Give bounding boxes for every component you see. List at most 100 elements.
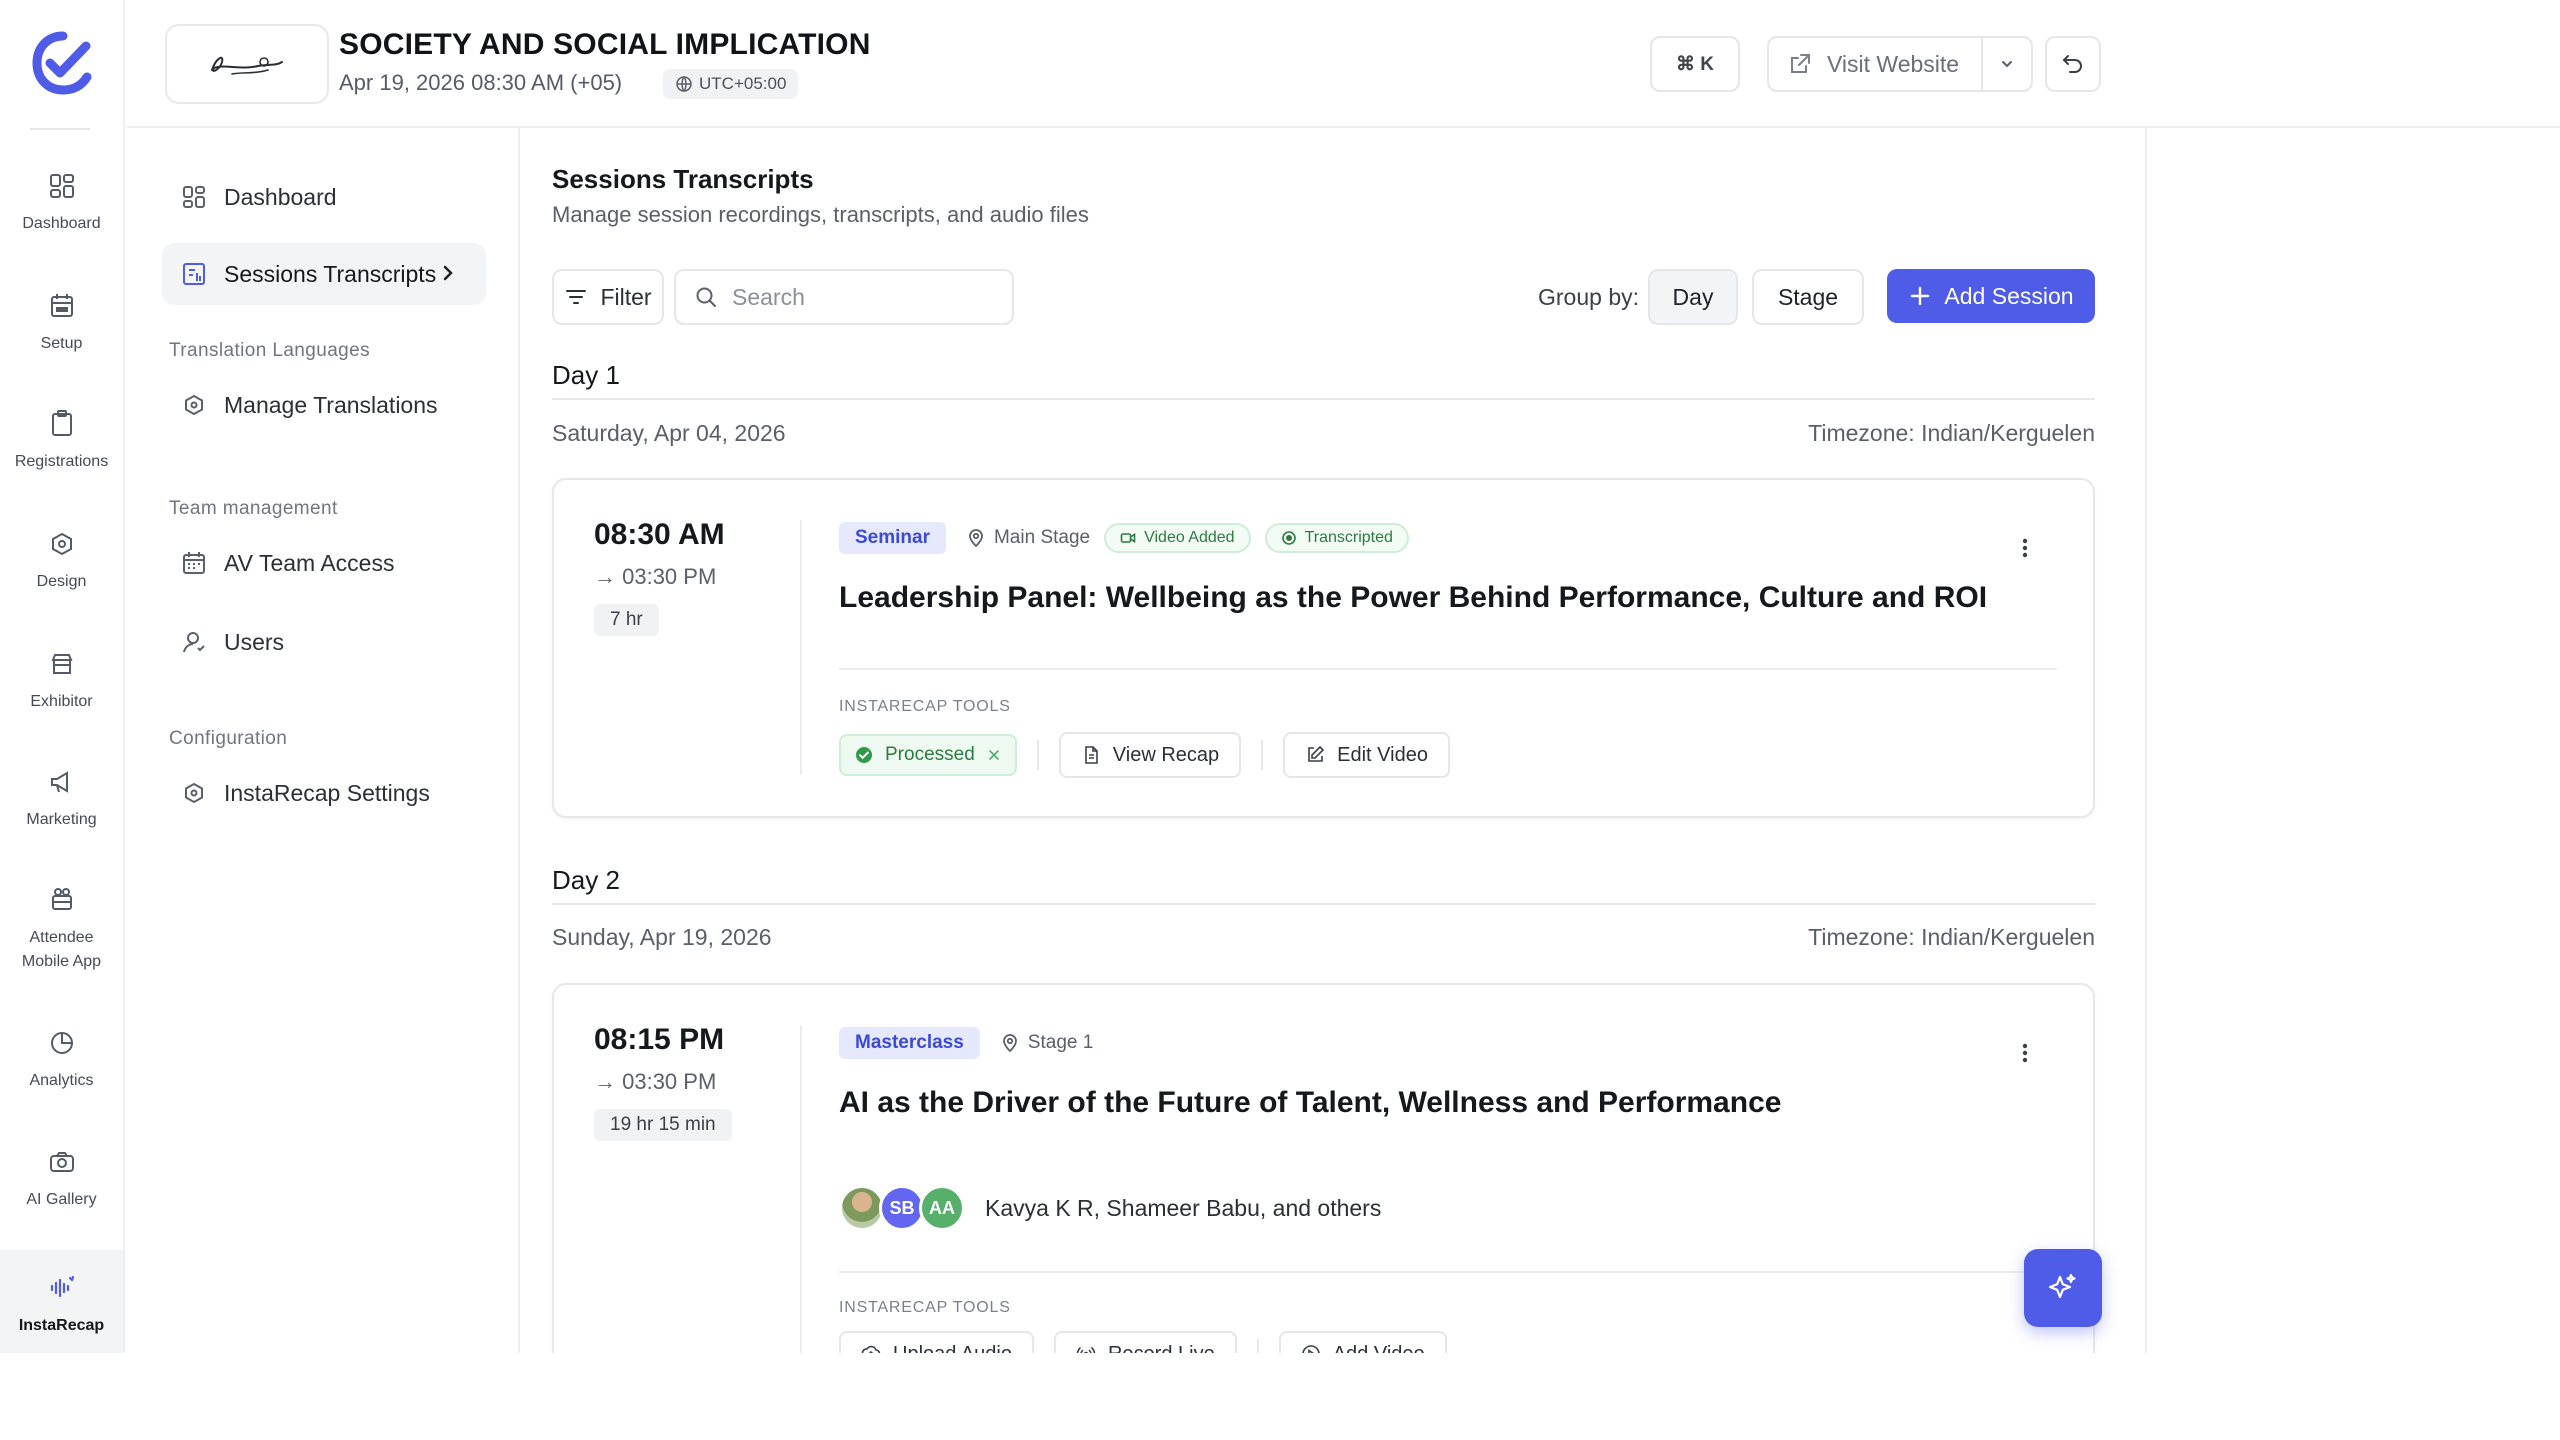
search-input[interactable] <box>732 283 992 311</box>
search-box[interactable] <box>674 269 1014 325</box>
undo-icon <box>2062 55 2082 73</box>
palette-icon <box>51 532 72 556</box>
upload-audio-label: Upload Audio <box>893 1343 1012 1354</box>
speakers[interactable]: SB AA Kavya K R, Shameer Babu, and other… <box>839 1185 1381 1231</box>
chevron-down-icon <box>2002 61 2012 68</box>
undo-button[interactable] <box>2045 36 2101 92</box>
rail-item-exhibitor[interactable]: Exhibitor <box>0 648 123 738</box>
rail-item-analytics[interactable]: Analytics <box>0 1027 123 1117</box>
rail-item-marketing[interactable]: Marketing <box>0 766 123 856</box>
rail-label: AI Gallery <box>26 1191 97 1208</box>
session-title[interactable]: AI as the Driver of the Future of Talent… <box>839 1083 2059 1123</box>
main-nav-rail: Dashboard Setup Registrations Design Exh… <box>0 0 125 1353</box>
rail-label: Marketing <box>26 811 97 828</box>
session-type-badge: Seminar <box>839 522 946 554</box>
page-title: Sessions Transcripts <box>552 164 814 194</box>
day-title: Day 2 <box>552 865 620 895</box>
rail-item-dashboard[interactable]: Dashboard <box>0 170 123 260</box>
visit-website-label: Visit Website <box>1827 50 1960 77</box>
app-logo-icon[interactable] <box>30 30 96 96</box>
rail-item-ai-gallery[interactable]: AI Gallery <box>0 1146 123 1236</box>
filter-button[interactable]: Filter <box>552 269 664 325</box>
session-card[interactable]: 08:15 PM → 03:30 PM 19 hr 15 min Masterc… <box>552 983 2095 1353</box>
day-date: Sunday, Apr 19, 2026 <box>552 924 772 950</box>
command-palette-button[interactable]: ⌘ K <box>1650 36 1740 92</box>
visit-website-dropdown[interactable] <box>1981 38 2031 90</box>
ai-assistant-button[interactable] <box>2024 1249 2102 1327</box>
signature-logo-icon <box>211 56 283 75</box>
subnav-item-instarecap-settings[interactable]: InstaRecap Settings <box>162 762 486 824</box>
session-title[interactable]: Leadership Panel: Wellbeing as the Power… <box>839 578 2059 618</box>
view-recap-button[interactable]: View Recap <box>1058 732 1242 778</box>
rail-label: Dashboard <box>22 215 101 232</box>
session-card[interactable]: 08:30 AM → 03:30 PM 7 hr Seminar Main St… <box>552 478 2095 818</box>
rail-label: Exhibitor <box>30 693 93 710</box>
plus-icon <box>1911 286 1930 306</box>
session-duration: 19 hr 15 min <box>594 1109 732 1141</box>
rail-item-attendee-mobile-app[interactable]: Attendee Mobile App <box>0 884 123 994</box>
more-options-icon[interactable] <box>2013 536 2037 560</box>
sparkles-icon <box>2048 1273 2076 1299</box>
record-live-label: Record Live <box>1108 1343 1215 1354</box>
more-options-icon[interactable] <box>2013 1041 2037 1065</box>
calendar-icon <box>50 294 73 317</box>
hexagon-icon <box>185 394 203 416</box>
audio-wave-icon <box>50 1275 74 1298</box>
session-stage-label: Stage 1 <box>1027 1032 1094 1053</box>
subnav-item-av-team-access[interactable]: AV Team Access <box>162 532 486 594</box>
rail-item-setup[interactable]: Setup <box>0 290 123 380</box>
session-stage-label: Main Stage <box>993 527 1091 548</box>
video-icon <box>1120 533 1136 543</box>
day-heading: Day 1 <box>552 360 2095 400</box>
rail-label: Registrations <box>14 453 109 470</box>
document-icon <box>1084 746 1098 764</box>
subnav-item-dashboard[interactable]: Dashboard <box>162 166 486 228</box>
event-logo[interactable] <box>165 24 329 104</box>
rail-item-registrations[interactable]: Registrations <box>0 408 123 498</box>
tools-row: Upload Audio Record Live Add Video <box>839 1331 1447 1353</box>
subnav-item-sessions-transcripts[interactable]: Sessions Transcripts <box>162 243 486 305</box>
clipboard-icon <box>51 410 72 436</box>
day-title: Day 1 <box>552 360 620 390</box>
session-content: Seminar Main Stage Video Added Transcrip… <box>839 520 2059 618</box>
store-icon <box>51 654 72 674</box>
record-live-button[interactable]: Record Live <box>1053 1331 1237 1354</box>
session-tags: Masterclass Stage 1 <box>839 1025 2059 1061</box>
search-icon <box>696 287 716 307</box>
rail-divider <box>30 128 90 130</box>
group-by-stage-button[interactable]: Stage <box>1752 269 1864 325</box>
upload-audio-button[interactable]: Upload Audio <box>839 1331 1034 1353</box>
session-tags: Seminar Main Stage Video Added Transcrip… <box>839 520 2059 556</box>
day-timezone: Timezone: Indian/Kerguelen <box>1808 420 2095 446</box>
megaphone-icon <box>50 771 68 793</box>
edit-video-button[interactable]: Edit Video <box>1283 732 1450 778</box>
rail-label: Analytics <box>29 1072 94 1089</box>
mobile-app-icon <box>51 888 72 910</box>
add-video-button[interactable]: Add Video <box>1278 1331 1447 1354</box>
session-time: 08:30 AM → 03:30 PM 7 hr <box>594 518 794 636</box>
grid-icon <box>183 186 205 208</box>
add-session-button[interactable]: Add Session <box>1887 269 2095 323</box>
subnav-group-translation: Translation Languages <box>169 340 370 361</box>
subnav-label: AV Team Access <box>224 549 395 576</box>
subnav-label: Dashboard <box>224 183 337 210</box>
subnav-item-manage-translations[interactable]: Manage Translations <box>162 374 486 436</box>
globe-icon <box>676 76 692 92</box>
close-icon[interactable] <box>987 748 1001 762</box>
visit-website-button[interactable]: Visit Website <box>1767 36 2033 92</box>
sessions-main: Sessions Transcripts Manage session reco… <box>522 128 2147 1353</box>
instarecap-subnav: Dashboard Sessions Transcripts Translati… <box>127 128 520 1353</box>
group-by-day-button[interactable]: Day <box>1648 269 1738 325</box>
card-divider-vertical <box>800 1025 802 1353</box>
rail-label: Attendee Mobile App <box>21 929 102 970</box>
subnav-item-users[interactable]: Users <box>162 611 486 673</box>
group-by-label: Group by: <box>1538 284 1639 310</box>
record-icon <box>1281 531 1296 545</box>
subnav-group-team: Team management <box>169 498 338 519</box>
add-video-label: Add Video <box>1333 1343 1425 1354</box>
rail-item-instarecap[interactable]: InstaRecap <box>0 1250 123 1353</box>
tools-label: INSTARECAP TOOLS <box>839 1299 1011 1316</box>
tool-separator <box>1256 1339 1259 1353</box>
rail-item-design[interactable]: Design <box>0 528 123 618</box>
card-divider-vertical <box>800 520 802 775</box>
